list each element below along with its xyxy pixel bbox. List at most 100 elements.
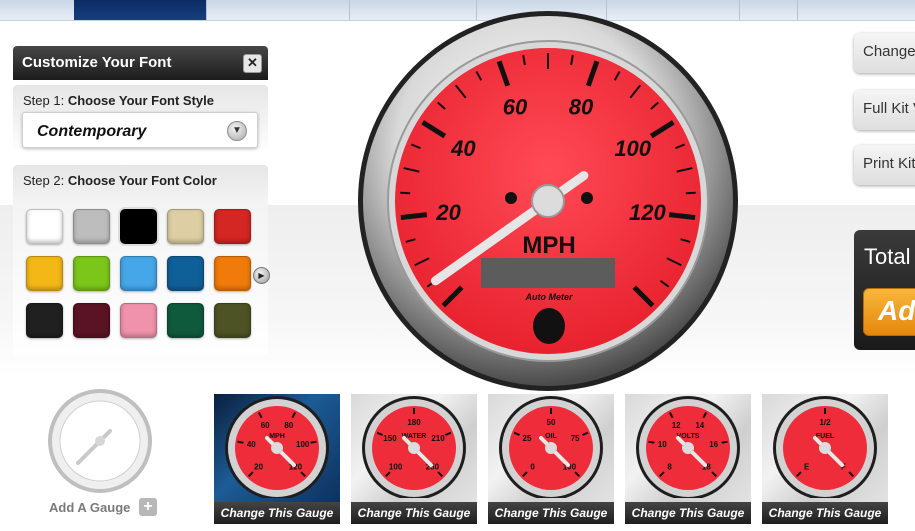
thumb-unit-label: OIL (545, 433, 557, 440)
thumb-tick-label: 150 (383, 434, 397, 443)
total-label: Total (864, 244, 911, 269)
font-style-dropdown[interactable]: Contemporary ▼ (22, 112, 258, 148)
thumbnail-gauge: 81012 141618VOLTS (636, 396, 740, 498)
change-gauge-button[interactable]: Change This Gauge (762, 502, 888, 524)
chevron-right-icon[interactable]: ▶ (253, 267, 270, 284)
change-button-label: Change (863, 43, 915, 60)
gauge-tick (685, 191, 696, 195)
change-gauge-button[interactable]: Change This Gauge (351, 502, 477, 524)
thumb-tick (648, 440, 655, 444)
odometer-display (481, 258, 615, 288)
empty-gauge-icon (48, 389, 152, 493)
trip-reset-knob[interactable] (533, 308, 565, 344)
step1-prefix: Step 1: (23, 93, 65, 108)
top-nav-tab[interactable] (797, 0, 798, 20)
gauge-thumbnail-fuel[interactable]: E 1/2 F FUEL Change This Gauge (762, 394, 888, 524)
color-swatch[interactable] (120, 256, 157, 291)
plus-icon[interactable]: + (139, 498, 157, 516)
change-gauge-button[interactable]: Change This Gauge (625, 502, 751, 524)
thumb-tick-label: 20 (254, 462, 263, 471)
color-swatch[interactable] (214, 209, 251, 244)
gauge-tick-label: 40 (450, 136, 476, 161)
thumb-hub (271, 442, 283, 454)
thumb-tick (310, 440, 317, 444)
top-nav-active-tab[interactable] (74, 0, 206, 20)
thumb-tick-label: 10 (658, 440, 667, 449)
change-button[interactable]: Change (854, 33, 915, 73)
chevron-down-icon[interactable]: ▼ (227, 121, 247, 141)
thumb-tick-label: 100 (389, 462, 403, 471)
add-gauge-label: Add A Gauge (49, 500, 131, 515)
print-kit-button-label: Print Kit (863, 155, 915, 172)
thumb-tick-label: 14 (695, 421, 704, 430)
step1-title: Step 1: Choose Your Font Style (23, 93, 214, 108)
thumb-tick-label: 12 (672, 421, 681, 430)
gauge-thumbnail-water[interactable]: 100 150 180 210 250 WATER Change This Gauge (351, 394, 477, 524)
add-to-cart-label: Ad (878, 295, 915, 326)
gauge-tick (400, 212, 428, 221)
thumb-tick-label: 50 (547, 418, 556, 427)
thumb-tick (237, 440, 244, 444)
gauge-thumbnail-volts[interactable]: 8 10 12 14 16 18 VOLTS Change This Gauge (625, 394, 751, 524)
gauge-tick-label: 100 (614, 136, 651, 161)
color-swatch[interactable] (73, 256, 110, 291)
indicator-light-right (581, 192, 593, 204)
change-gauge-button[interactable]: Change This Gauge (214, 502, 340, 524)
thumb-hub (682, 442, 694, 454)
thumb-tick (721, 440, 728, 444)
step2-prefix: Step 2: (23, 173, 65, 188)
top-nav-tab[interactable] (206, 0, 207, 20)
gauge-tick (400, 191, 411, 195)
thumb-tick-label: E (804, 462, 810, 471)
change-gauge-button[interactable]: Change This Gauge (488, 502, 614, 524)
customize-font-header: Customize Your Font ✕ (13, 46, 268, 80)
thumbnail-gauge: 204060 80100120MPH (225, 396, 329, 498)
color-swatch[interactable] (167, 209, 204, 244)
thumb-hub (408, 442, 420, 454)
thumb-tick-label: 1/2 (819, 418, 831, 427)
gauge-tick (668, 212, 696, 221)
thumb-tick-label: 8 (667, 462, 672, 471)
top-nav-tab[interactable] (349, 0, 350, 20)
thumb-tick-label: 210 (431, 434, 445, 443)
color-swatch[interactable] (120, 303, 157, 338)
thumb-tick-label: 0 (530, 462, 535, 471)
font-style-value: Contemporary (37, 123, 147, 140)
total-panel: Total Ad (854, 230, 915, 350)
color-swatch[interactable] (167, 256, 204, 291)
thumbnail-gauge: 0255075100OIL (499, 396, 603, 498)
gauge-tick-label: 20 (435, 200, 461, 225)
full-kit-button[interactable]: Full Kit V (854, 90, 915, 130)
gauge-tick-label: 60 (503, 95, 528, 120)
gauge-thumbnail-mph[interactable]: 20 40 60 80 100 120 MPH Change This Gauge (214, 394, 340, 524)
thumb-tick-label: 80 (284, 421, 293, 430)
close-icon[interactable]: ✕ (243, 54, 262, 73)
add-to-cart-button[interactable]: Ad (863, 288, 915, 336)
print-kit-button[interactable]: Print Kit (854, 145, 915, 185)
thumb-tick-label: 180 (407, 418, 421, 427)
color-swatch[interactable] (26, 256, 63, 291)
color-swatch[interactable] (73, 303, 110, 338)
thumb-tick-label: 60 (261, 421, 270, 430)
color-swatch[interactable] (26, 209, 63, 244)
color-swatch[interactable] (120, 209, 157, 244)
color-swatch[interactable] (214, 256, 251, 291)
thumb-hub (819, 442, 831, 454)
color-swatch[interactable] (73, 209, 110, 244)
color-swatch[interactable] (167, 303, 204, 338)
color-swatch[interactable] (26, 303, 63, 338)
thumb-hub (545, 442, 557, 454)
gauge-thumbnail-oil[interactable]: 0 25 50 75 100 OIL Change This Gauge (488, 394, 614, 524)
color-swatch[interactable] (214, 303, 251, 338)
full-kit-button-label: Full Kit V (863, 100, 915, 117)
thumb-tick-label: 25 (523, 434, 532, 443)
thumb-unit-label: MPH (269, 433, 285, 440)
thumb-tick-label: 100 (296, 440, 310, 449)
step2-title: Step 2: Choose Your Font Color (23, 173, 217, 188)
gauge-tick-label: 80 (569, 95, 594, 120)
thumbnail-gauge: E1/2FFUEL (773, 396, 877, 498)
add-gauge-slot[interactable]: Add A Gauge + (44, 387, 162, 522)
needle-hub (531, 184, 565, 218)
main-speedometer-gauge: 20 40 60 80 100 120 MPH Auto Meter (358, 11, 738, 391)
step2-label: Choose Your Font Color (67, 173, 217, 188)
